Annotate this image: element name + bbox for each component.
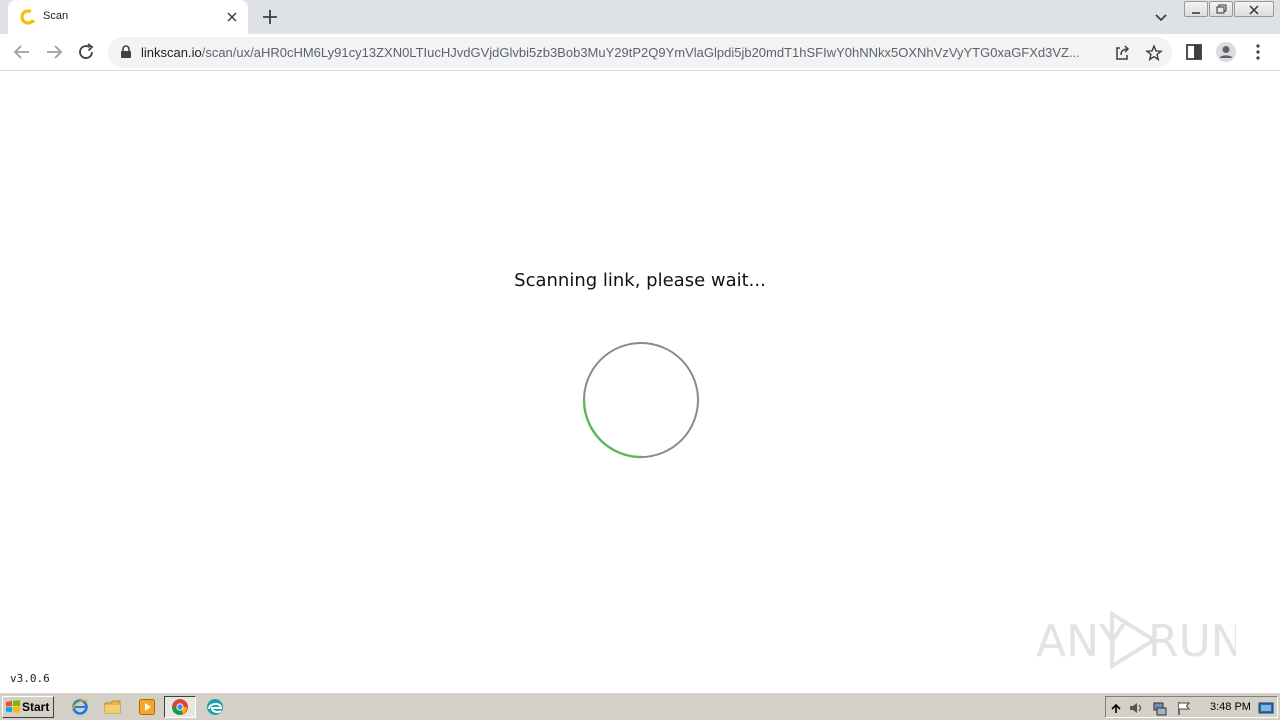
taskbar-item-chrome[interactable] <box>164 696 196 718</box>
chevron-down-icon[interactable] <box>1152 8 1170 26</box>
minimize-button[interactable] <box>1184 1 1208 17</box>
start-label: Start <box>22 700 50 714</box>
system-tray: 3:48 PM <box>1105 696 1278 718</box>
url-host: linkscan.io <box>141 45 202 60</box>
linkscan-favicon-icon <box>20 9 36 25</box>
browser-toolbar: linkscan.io/scan/ux/aHR0cHM6Ly91cy13ZXN0… <box>0 34 1280 71</box>
share-icon[interactable] <box>1113 44 1131 62</box>
spinner-arc <box>582 399 642 459</box>
close-window-button[interactable] <box>1234 1 1274 17</box>
flag-icon[interactable] <box>1176 700 1192 716</box>
version-label: v3.0.6 <box>10 672 50 685</box>
ie-icon[interactable] <box>71 698 89 716</box>
tab-strip: Scan <box>0 0 1280 34</box>
volume-icon[interactable] <box>1128 700 1144 716</box>
minimize-icon <box>1192 12 1200 14</box>
explorer-folder-icon[interactable] <box>104 698 122 716</box>
anyrun-watermark: ANY RUN <box>1036 610 1236 670</box>
taskbar: Start 3:48 PM <box>0 692 1280 720</box>
url-text[interactable]: linkscan.io/scan/ux/aHR0cHM6Ly91cy13ZXN0… <box>141 45 1106 60</box>
page-content: Scanning link, please wait... v3.0.6 ANY… <box>0 72 1280 691</box>
reload-icon[interactable] <box>74 40 98 64</box>
plus-icon[interactable] <box>260 7 280 27</box>
network-icon[interactable] <box>1152 700 1168 716</box>
address-bar[interactable]: linkscan.io/scan/ux/aHR0cHM6Ly91cy13ZXN0… <box>108 37 1172 68</box>
url-path: /scan/ux/aHR0cHM6Ly91cy13ZXN0LTIucHJvdGV… <box>201 45 1080 60</box>
tab-scan[interactable]: Scan <box>8 0 248 34</box>
close-window-icon <box>1249 5 1259 15</box>
side-panel-icon[interactable] <box>1182 40 1206 64</box>
forward-arrow-icon[interactable] <box>42 40 66 64</box>
lock-icon[interactable] <box>120 45 132 59</box>
chrome-icon <box>171 699 188 715</box>
tab-title: Scan <box>43 10 69 22</box>
start-button[interactable]: Start <box>2 696 54 718</box>
star-icon[interactable] <box>1145 44 1163 62</box>
clock: 3:48 PM <box>1210 701 1251 713</box>
kebab-menu-icon[interactable] <box>1246 40 1270 64</box>
close-icon[interactable] <box>224 9 240 25</box>
windows-logo-icon <box>6 700 20 713</box>
restore-button[interactable] <box>1209 1 1233 17</box>
profile-icon[interactable] <box>1214 40 1238 64</box>
edge-icon[interactable] <box>206 698 224 716</box>
scanning-message: Scanning link, please wait... <box>514 270 766 291</box>
back-arrow-icon[interactable] <box>10 40 34 64</box>
show-desktop-icon[interactable] <box>1258 700 1274 716</box>
restore-icon <box>1216 4 1227 14</box>
loading-spinner <box>582 342 699 459</box>
expand-tray-icon[interactable] <box>1108 700 1124 716</box>
watermark-run: RUN <box>1148 616 1236 667</box>
media-player-icon[interactable] <box>138 698 156 716</box>
